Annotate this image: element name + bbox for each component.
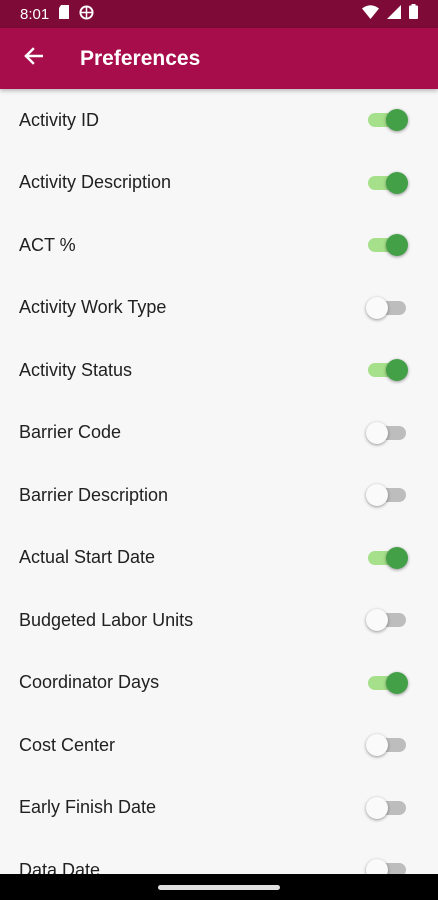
preference-row[interactable]: Early Finish Date xyxy=(0,777,438,840)
preference-toggle[interactable] xyxy=(366,294,408,322)
preference-label: Barrier Code xyxy=(19,422,122,443)
preference-row[interactable]: Budgeted Labor Units xyxy=(0,589,438,652)
home-gesture-handle[interactable] xyxy=(158,884,280,890)
preference-label: Actual Start Date xyxy=(19,547,156,568)
toggle-thumb xyxy=(366,484,388,507)
preference-toggle[interactable] xyxy=(366,856,408,874)
preference-row[interactable]: Activity Status xyxy=(0,339,438,402)
preference-row[interactable]: Actual Start Date xyxy=(0,527,438,590)
preference-row[interactable]: ACT % xyxy=(0,214,438,277)
preference-label: Activity Work Type xyxy=(19,297,167,318)
toggle-thumb xyxy=(366,609,388,632)
preference-label: Activity Description xyxy=(19,172,172,193)
preference-label: ACT % xyxy=(19,234,76,255)
preference-toggle[interactable] xyxy=(366,731,408,759)
status-bar: 8:01 xyxy=(0,0,438,28)
app-bar: Preferences xyxy=(0,28,438,89)
toggle-thumb xyxy=(386,109,408,132)
battery-icon xyxy=(409,4,418,24)
preference-row[interactable]: Cost Center xyxy=(0,714,438,777)
toggle-thumb xyxy=(386,671,408,694)
vpn-globe-icon xyxy=(79,4,94,24)
signal-icon xyxy=(387,4,401,24)
preference-label: Early Finish Date xyxy=(19,797,157,818)
preference-toggle[interactable] xyxy=(366,356,408,384)
status-right xyxy=(362,4,418,24)
preference-toggle[interactable] xyxy=(366,106,408,134)
preference-row[interactable]: Activity Description xyxy=(0,152,438,215)
sd-card-icon xyxy=(58,5,70,23)
preference-toggle[interactable] xyxy=(366,544,408,572)
toggle-thumb xyxy=(366,796,388,819)
preference-row[interactable]: Barrier Code xyxy=(0,402,438,465)
toggle-thumb xyxy=(386,359,408,382)
preference-row[interactable]: Barrier Description xyxy=(0,464,438,527)
arrow-left-icon xyxy=(23,46,44,71)
preference-row[interactable]: Activity Work Type xyxy=(0,277,438,340)
preference-label: Barrier Description xyxy=(19,484,169,505)
preference-toggle[interactable] xyxy=(366,231,408,259)
back-button[interactable] xyxy=(18,44,48,74)
preference-label: Activity ID xyxy=(19,109,100,130)
preference-toggle[interactable] xyxy=(366,794,408,822)
preference-row[interactable]: Coordinator Days xyxy=(0,652,438,715)
preference-label: Data Date xyxy=(19,859,101,874)
toggle-thumb xyxy=(386,234,408,257)
preference-label: Cost Center xyxy=(19,734,116,755)
toggle-thumb xyxy=(366,734,388,757)
system-nav-bar xyxy=(0,874,438,900)
preference-label: Coordinator Days xyxy=(19,672,160,693)
toggle-thumb xyxy=(366,859,388,874)
status-time: 8:01 xyxy=(20,5,50,23)
preference-toggle[interactable] xyxy=(366,169,408,197)
preference-row[interactable]: Activity ID xyxy=(0,89,438,152)
toggle-thumb xyxy=(366,421,388,444)
toggle-thumb xyxy=(366,296,388,319)
toggle-thumb xyxy=(386,171,408,194)
preference-toggle[interactable] xyxy=(366,481,408,509)
preferences-list[interactable]: Activity ID Activity Description ACT % A… xyxy=(0,89,438,874)
preference-label: Activity Status xyxy=(19,359,133,380)
preference-row[interactable]: Data Date xyxy=(0,839,438,874)
preference-toggle[interactable] xyxy=(366,669,408,697)
status-left: 8:01 xyxy=(20,4,94,24)
preference-toggle[interactable] xyxy=(366,606,408,634)
preference-label: Budgeted Labor Units xyxy=(19,609,194,630)
wifi-icon xyxy=(362,4,379,24)
toggle-thumb xyxy=(386,546,408,569)
preference-toggle[interactable] xyxy=(366,419,408,447)
page-title: Preferences xyxy=(80,46,201,70)
